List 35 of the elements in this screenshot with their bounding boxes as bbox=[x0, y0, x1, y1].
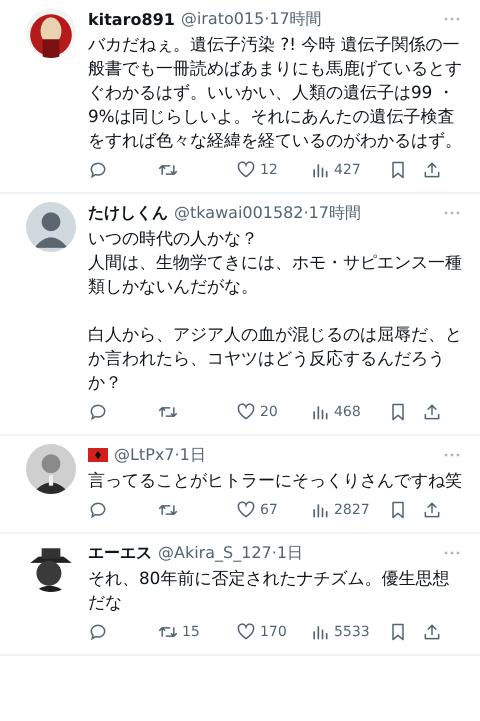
retweet-count: 15 bbox=[182, 624, 200, 640]
heart-icon[interactable] bbox=[236, 160, 256, 180]
reply-text: 人間は、生物学てきには、ホモ・サピエンス一種類しかないんだがな。 bbox=[88, 251, 463, 298]
heart-icon[interactable] bbox=[236, 622, 256, 642]
handle-time: @tkawai001582·17時間 bbox=[174, 202, 362, 224]
handle-time: @LtPx7·1日 bbox=[114, 444, 207, 466]
reply-text: 白人から、アジア人の血が混じるのは屈辱だ、とか言われたら、コヤツはどう反応するんだろうか？ bbox=[88, 323, 463, 394]
reply-icon[interactable] bbox=[88, 500, 108, 520]
handle-time: @Akira_S_127·1日 bbox=[158, 542, 304, 564]
display-name[interactable]: たけしくん bbox=[88, 202, 168, 224]
display-name[interactable]: エーエス bbox=[88, 542, 152, 564]
view-count: 5533 bbox=[334, 624, 370, 640]
reply-text: バカだねぇ。遺伝子汚染 ?! 今時 遺伝子関係の一般書でも一冊読めばあまりにも馬鹿げているとすぐわかるはず。いいかい、人類の遺伝子は99 ・ 9%は同じらしいよ。それにあんたの遺伝子検査をすれば色々な経緯を経ているのがわかるはず。 bbox=[88, 33, 463, 152]
like-count: 170 bbox=[260, 624, 287, 640]
reply-text: 言ってることがヒトラーにそっくりさんですね笑 bbox=[88, 469, 463, 492]
reply-icon[interactable] bbox=[88, 622, 108, 642]
heart-icon[interactable] bbox=[236, 500, 256, 520]
share-icon[interactable] bbox=[422, 160, 442, 180]
reply-text: いつの時代の人かな？ bbox=[88, 227, 259, 250]
reply-text: それ、80年前に否定されたナチズム。優生思想だな bbox=[88, 567, 450, 614]
view-count: 2827 bbox=[334, 502, 370, 518]
reply-icon[interactable] bbox=[88, 402, 108, 422]
like-count: 67 bbox=[260, 502, 278, 518]
display-name[interactable]: kitaro891 bbox=[88, 10, 175, 28]
share-icon[interactable] bbox=[422, 500, 442, 520]
like-count: 20 bbox=[260, 404, 278, 420]
view-count: 468 bbox=[334, 404, 361, 420]
heart-icon[interactable] bbox=[236, 402, 256, 422]
share-icon[interactable] bbox=[422, 622, 442, 642]
handle-time: @irato015·17時間 bbox=[180, 8, 323, 30]
reply-icon[interactable] bbox=[88, 160, 108, 180]
like-count: 12 bbox=[260, 162, 278, 178]
share-icon[interactable] bbox=[422, 402, 442, 422]
avatar-icon[interactable] bbox=[26, 202, 76, 252]
view-count: 427 bbox=[334, 162, 361, 178]
